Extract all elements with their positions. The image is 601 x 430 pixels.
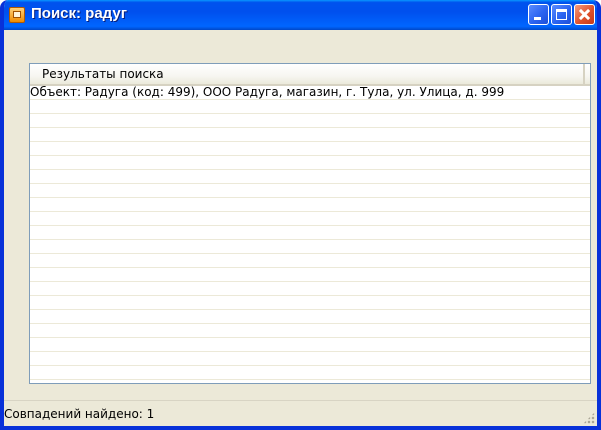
empty-list-row (30, 254, 590, 268)
empty-list-row (30, 352, 590, 366)
empty-list-row (30, 240, 590, 254)
empty-list-row (30, 128, 590, 142)
app-lock-icon[interactable] (9, 7, 25, 23)
search-window: Поиск: радуг Результаты поиска Объект: Р… (0, 0, 601, 430)
maximize-button[interactable] (551, 4, 572, 25)
window-title: Поиск: радуг (31, 5, 127, 22)
list-header: Результаты поиска (30, 64, 590, 86)
empty-list-row (30, 184, 590, 198)
empty-list-row (30, 170, 590, 184)
empty-list-row (30, 114, 590, 128)
empty-list-row (30, 296, 590, 310)
title-bar[interactable]: Поиск: радуг (4, 0, 597, 30)
list-item[interactable]: Объект: Радуга (код: 499), ООО Радуга, м… (30, 86, 590, 100)
maximize-icon (556, 9, 567, 20)
close-icon (575, 5, 594, 24)
empty-list-row (30, 156, 590, 170)
list-item-text: Объект: Радуга (код: 499), ООО Радуга, м… (30, 86, 505, 99)
empty-list-row (30, 338, 590, 352)
status-bar: Совпадений найдено: 1 (4, 400, 597, 426)
column-header-results[interactable]: Результаты поиска (30, 64, 585, 84)
results-rows: Объект: Радуга (код: 499), ООО Радуга, м… (30, 86, 590, 383)
empty-list-row (30, 268, 590, 282)
empty-list-row (30, 226, 590, 240)
empty-list-row (30, 100, 590, 114)
minimize-button[interactable] (528, 4, 549, 25)
empty-list-row (30, 310, 590, 324)
empty-list-row (30, 282, 590, 296)
empty-list-row (30, 198, 590, 212)
status-text: Совпадений найдено: 1 (4, 407, 155, 421)
empty-list-row (30, 380, 590, 383)
close-button[interactable] (574, 4, 595, 25)
empty-list-row (30, 366, 590, 380)
empty-list-row (30, 324, 590, 338)
minimize-icon (534, 17, 541, 20)
empty-list-row (30, 212, 590, 226)
search-results-list[interactable]: Результаты поиска Объект: Радуга (код: 4… (29, 63, 591, 384)
empty-list-row (30, 142, 590, 156)
resize-grip-icon[interactable] (583, 412, 595, 424)
